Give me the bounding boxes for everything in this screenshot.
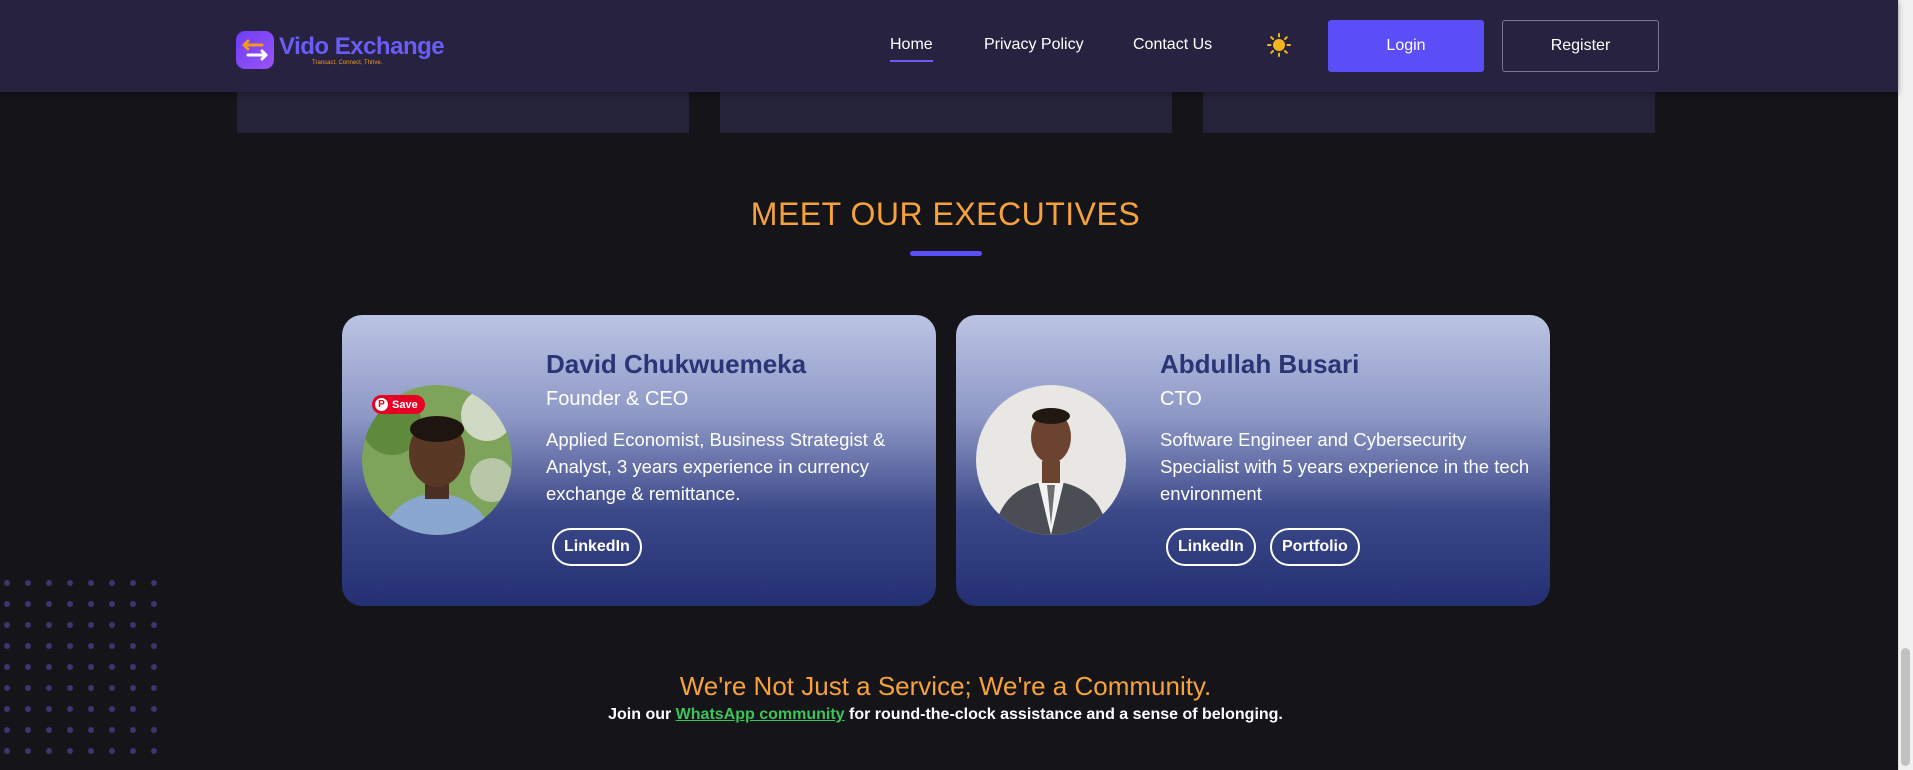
dot bbox=[67, 664, 73, 670]
dot bbox=[4, 643, 10, 649]
dot bbox=[151, 727, 157, 733]
dot bbox=[46, 727, 52, 733]
title-underline bbox=[910, 251, 982, 256]
brand-name: Vido Exchange bbox=[279, 32, 445, 60]
executive-card: Abdullah Busari CTO Software Engineer an… bbox=[956, 315, 1550, 606]
community-text: Join our WhatsApp community for round-th… bbox=[0, 706, 1891, 724]
dot bbox=[46, 601, 52, 607]
dot bbox=[130, 727, 136, 733]
nav-home[interactable]: Home bbox=[890, 36, 933, 62]
linkedin-link[interactable]: LinkedIn bbox=[552, 528, 642, 566]
login-button[interactable]: Login bbox=[1328, 20, 1484, 72]
scrollbar-thumb[interactable] bbox=[1901, 648, 1910, 766]
pinterest-icon: P bbox=[375, 398, 388, 411]
dot bbox=[4, 622, 10, 628]
dot bbox=[109, 664, 115, 670]
dot bbox=[109, 622, 115, 628]
pinterest-save-button[interactable]: P Save bbox=[372, 395, 425, 414]
dot bbox=[88, 727, 94, 733]
dot bbox=[4, 727, 10, 733]
dot bbox=[67, 622, 73, 628]
nav-privacy-policy[interactable]: Privacy Policy bbox=[984, 36, 1084, 54]
executive-name: Abdullah Busari bbox=[1160, 349, 1360, 379]
dot bbox=[67, 643, 73, 649]
dot bbox=[46, 580, 52, 586]
executive-bio: Applied Economist, Business Strategist &… bbox=[546, 429, 886, 504]
portfolio-link[interactable]: Portfolio bbox=[1270, 528, 1360, 566]
dot bbox=[109, 580, 115, 586]
dot bbox=[4, 580, 10, 586]
executive-card: P Save David Chukwuemeka Founder & CEO A… bbox=[342, 315, 936, 606]
executive-role: CTO bbox=[1160, 388, 1202, 410]
scrollbar[interactable] bbox=[1898, 0, 1913, 770]
dot bbox=[67, 727, 73, 733]
dot bbox=[46, 622, 52, 628]
whatsapp-community-link[interactable]: WhatsApp community bbox=[676, 706, 845, 723]
dot bbox=[46, 643, 52, 649]
dot bbox=[25, 622, 31, 628]
dot bbox=[88, 580, 94, 586]
sun-icon[interactable] bbox=[1267, 33, 1291, 57]
brand-logo[interactable]: Vido Exchange Transact, Connect, Thrive. bbox=[236, 31, 445, 69]
dot bbox=[109, 643, 115, 649]
dot bbox=[151, 580, 157, 586]
dot bbox=[130, 580, 136, 586]
dot bbox=[151, 748, 157, 754]
dot bbox=[88, 748, 94, 754]
dot bbox=[151, 622, 157, 628]
dot bbox=[109, 748, 115, 754]
dot bbox=[25, 580, 31, 586]
dot bbox=[130, 601, 136, 607]
dot bbox=[88, 601, 94, 607]
dot bbox=[4, 748, 10, 754]
nav-contact-us[interactable]: Contact Us bbox=[1133, 36, 1212, 54]
community-text-before: Join our bbox=[608, 706, 672, 723]
dot bbox=[25, 601, 31, 607]
dot bbox=[25, 748, 31, 754]
dot bbox=[151, 643, 157, 649]
dot bbox=[151, 601, 157, 607]
save-label: Save bbox=[392, 398, 418, 411]
register-button[interactable]: Register bbox=[1502, 20, 1659, 72]
avatar bbox=[976, 385, 1126, 535]
dot bbox=[25, 727, 31, 733]
dot bbox=[67, 580, 73, 586]
executive-bio: Software Engineer and Cybersecurity Spec… bbox=[1160, 429, 1530, 504]
dot bbox=[151, 664, 157, 670]
dot bbox=[88, 664, 94, 670]
dot bbox=[130, 622, 136, 628]
executive-role: Founder & CEO bbox=[546, 388, 689, 410]
community-text-after: for round-the-clock assistance and a sen… bbox=[849, 706, 1283, 723]
dot bbox=[130, 748, 136, 754]
dot bbox=[4, 601, 10, 607]
dot bbox=[25, 664, 31, 670]
dot bbox=[88, 622, 94, 628]
dot bbox=[25, 643, 31, 649]
dot bbox=[67, 601, 73, 607]
dot bbox=[4, 664, 10, 670]
dot bbox=[46, 748, 52, 754]
executive-name: David Chukwuemeka bbox=[546, 349, 807, 379]
dot bbox=[109, 601, 115, 607]
brand-tagline: Transact, Connect, Thrive. bbox=[312, 59, 383, 66]
dot bbox=[109, 727, 115, 733]
dot bbox=[88, 643, 94, 649]
dot bbox=[130, 664, 136, 670]
dot bbox=[67, 748, 73, 754]
community-heading: We're Not Just a Service; We're a Commun… bbox=[679, 671, 1212, 701]
dot bbox=[130, 643, 136, 649]
dot bbox=[46, 664, 52, 670]
linkedin-link[interactable]: LinkedIn bbox=[1166, 528, 1256, 566]
exchange-arrows-icon bbox=[236, 31, 274, 69]
section-title: MEET OUR EXECUTIVES bbox=[750, 196, 1141, 232]
site-header: Vido Exchange Transact, Connect, Thrive.… bbox=[0, 0, 1898, 92]
